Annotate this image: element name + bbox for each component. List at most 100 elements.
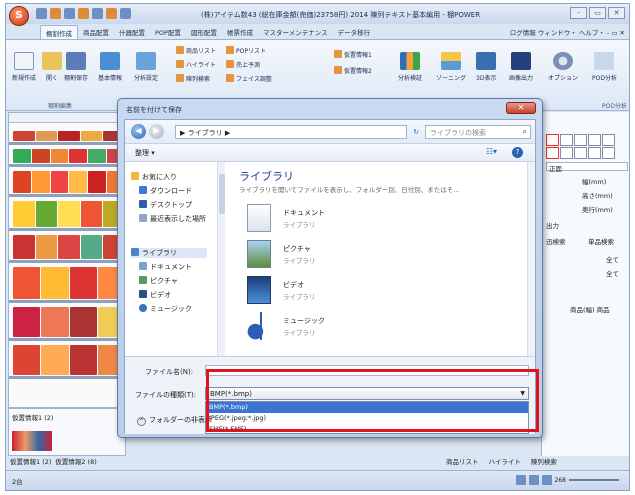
depth-label: 奥行(mm) xyxy=(582,206,613,214)
analysis-verify-button[interactable]: 分析検証 xyxy=(398,52,422,82)
highlight-item[interactable]: ハイライト xyxy=(176,60,216,69)
filter-all-1[interactable]: 全て xyxy=(606,254,619,264)
tab-data-migrate[interactable]: データ移行 xyxy=(333,25,376,39)
view-normal-icon[interactable] xyxy=(515,475,526,485)
filter-all-2[interactable]: 全て xyxy=(606,268,619,278)
tab-pop-place[interactable]: POP配置 xyxy=(150,25,186,39)
properties-panel: 正面 幅(mm) 高さ(mm) 奥行(mm) 出力 迅検索 単品検索 全て 全て… xyxy=(541,112,629,456)
redo-icon[interactable] xyxy=(50,8,61,19)
view-combo[interactable]: 正面 xyxy=(546,162,628,173)
document-icon xyxy=(139,262,147,270)
library-item-documents[interactable]: ドキュメント ライブラリ xyxy=(239,202,439,236)
maximize-button[interactable]: ▭ xyxy=(589,7,606,19)
image-output-label: 画像出力 xyxy=(509,75,534,82)
save-icon[interactable] xyxy=(64,8,75,19)
3d-view-button[interactable]: 3D表示 xyxy=(476,52,496,82)
search-input[interactable]: ライブラリの検索 ⌕ xyxy=(425,125,531,139)
zoning-button[interactable]: ゾーニング xyxy=(436,52,466,82)
tab-highlight[interactable]: ハイライト xyxy=(489,456,521,468)
library-item-name: ミュージック xyxy=(283,317,325,325)
column-header: 商品(幅) 商品 xyxy=(570,306,610,314)
library-item-music[interactable]: ミュージック ライブラリ xyxy=(239,310,439,344)
temp-info2-item[interactable]: 仮置情報2 xyxy=(334,66,372,75)
image-output-button[interactable]: 画像出力 xyxy=(509,52,533,82)
pod-analysis-button[interactable]: POD分析 xyxy=(592,52,617,82)
nav-recent[interactable]: 最近表示した場所 xyxy=(139,214,206,224)
sales-forecast-item[interactable]: 売上予測 xyxy=(226,60,260,69)
close-window-button[interactable]: ✕ xyxy=(608,7,625,19)
nav-favorites[interactable]: お気に入り xyxy=(131,172,177,182)
nav-videos[interactable]: ビデオ xyxy=(139,290,171,300)
save-icon xyxy=(66,52,86,70)
dialog-close-button[interactable]: ✕ xyxy=(506,102,536,114)
planogram-canvas[interactable] xyxy=(8,112,126,408)
ribbon-right-menu[interactable]: ログ情報 ウィンドウ・ ヘルプ・ ‐ ▭ ✕ xyxy=(510,27,625,37)
library-item-pictures[interactable]: ピクチャ ライブラリ xyxy=(239,238,439,272)
forward-button[interactable]: ▶ xyxy=(149,124,164,139)
tab-product-list[interactable]: 商品リスト xyxy=(446,456,479,468)
picture-icon xyxy=(139,276,147,284)
analysis-setting-button[interactable]: 分析設定 xyxy=(134,52,158,82)
tab-temp-info2[interactable]: 仮置情報2 (8) xyxy=(55,456,96,468)
zoning-label: ゾーニング xyxy=(436,75,467,82)
minimize-button[interactable]: ‐ xyxy=(570,7,587,19)
quick-search-tab[interactable]: 迅検索 xyxy=(546,236,566,246)
quick-access-toolbar xyxy=(36,8,131,19)
temp-info1-item[interactable]: 仮置情報1 xyxy=(334,50,372,59)
view-fit-icon[interactable] xyxy=(541,475,552,485)
app-menu-button[interactable]: S xyxy=(9,6,29,26)
face-adjust-item[interactable]: フェイス調整 xyxy=(226,74,272,83)
tab-report[interactable]: 帳票作成 xyxy=(222,25,258,39)
help-icon[interactable]: ? xyxy=(512,147,523,158)
basic-info-label: 基本情報 xyxy=(98,75,123,82)
hide-folders-toggle[interactable]: ^ フォルダーの非表示 xyxy=(137,415,212,426)
new-button[interactable]: 新規作成 xyxy=(12,52,36,82)
view-options-icon[interactable]: ☷▾ xyxy=(486,147,497,156)
nav-downloads[interactable]: ダウンロード xyxy=(139,186,192,196)
target-icon[interactable] xyxy=(106,8,117,19)
zoom-slider[interactable] xyxy=(569,479,619,481)
library-item-name: ピクチャ xyxy=(283,245,311,253)
display-search-item[interactable]: 陳列検索 xyxy=(176,74,210,83)
address-row: ◀ ▶ ▶ ライブラリ ▶ ↻ ライブラリの検索 ⌕ xyxy=(125,120,535,144)
image-icon[interactable] xyxy=(120,8,131,19)
library-item-videos[interactable]: ビデオ ライブラリ xyxy=(239,274,439,308)
content-scrollbar[interactable] xyxy=(527,162,535,356)
slot-grid xyxy=(546,134,615,159)
tab-temp-info1[interactable]: 仮置情報1 (2) xyxy=(10,456,51,468)
organize-button[interactable]: 整理 ▾ xyxy=(135,148,155,158)
nav-desktop[interactable]: デスクトップ xyxy=(139,200,192,210)
address-bar[interactable]: ▶ ライブラリ ▶ xyxy=(175,125,407,139)
item-search-tab[interactable]: 単品検索 xyxy=(588,236,614,246)
tab-shape-place[interactable]: 図形配置 xyxy=(186,25,222,39)
product-list-item[interactable]: 商品リスト xyxy=(176,46,216,55)
new-file-icon xyxy=(14,52,34,70)
zoom-controls: 268 xyxy=(515,475,619,485)
shelf-row xyxy=(13,201,125,227)
tab-display-search[interactable]: 陳列検索 xyxy=(531,456,557,468)
pop-list-item[interactable]: POPリスト xyxy=(226,46,266,55)
save-shelf-button[interactable]: 棚割保存 xyxy=(64,52,88,82)
nav-music[interactable]: ミュージック xyxy=(139,304,192,314)
view-grid-icon[interactable] xyxy=(528,475,539,485)
open-label: 開く xyxy=(45,75,58,82)
refresh-icon[interactable]: ↻ xyxy=(409,125,423,139)
tab-master[interactable]: マスターメンテナンス xyxy=(258,25,333,39)
tab-fixture-place[interactable]: 什器配置 xyxy=(114,25,150,39)
copy-icon[interactable] xyxy=(92,8,103,19)
nav-pictures[interactable]: ピクチャ xyxy=(139,276,178,286)
filetype-label: ファイルの種類(T): xyxy=(135,391,197,399)
basic-info-button[interactable]: 基本情報 xyxy=(98,52,122,82)
back-button[interactable]: ◀ xyxy=(131,124,146,139)
tab-product-place[interactable]: 商品配置 xyxy=(78,25,114,39)
output-button[interactable]: 出力 xyxy=(546,220,559,230)
print-icon[interactable] xyxy=(78,8,89,19)
open-button[interactable]: 開く xyxy=(42,52,62,82)
view-combo-value: 正面 xyxy=(549,165,562,173)
undo-icon[interactable] xyxy=(36,8,47,19)
tab-shelf-create[interactable]: 棚割作成 xyxy=(40,25,78,39)
options-button[interactable]: オプション xyxy=(548,52,578,82)
nav-scrollbar[interactable] xyxy=(217,162,225,356)
nav-libraries[interactable]: ライブラリ xyxy=(131,248,207,258)
nav-documents[interactable]: ドキュメント xyxy=(139,262,192,272)
